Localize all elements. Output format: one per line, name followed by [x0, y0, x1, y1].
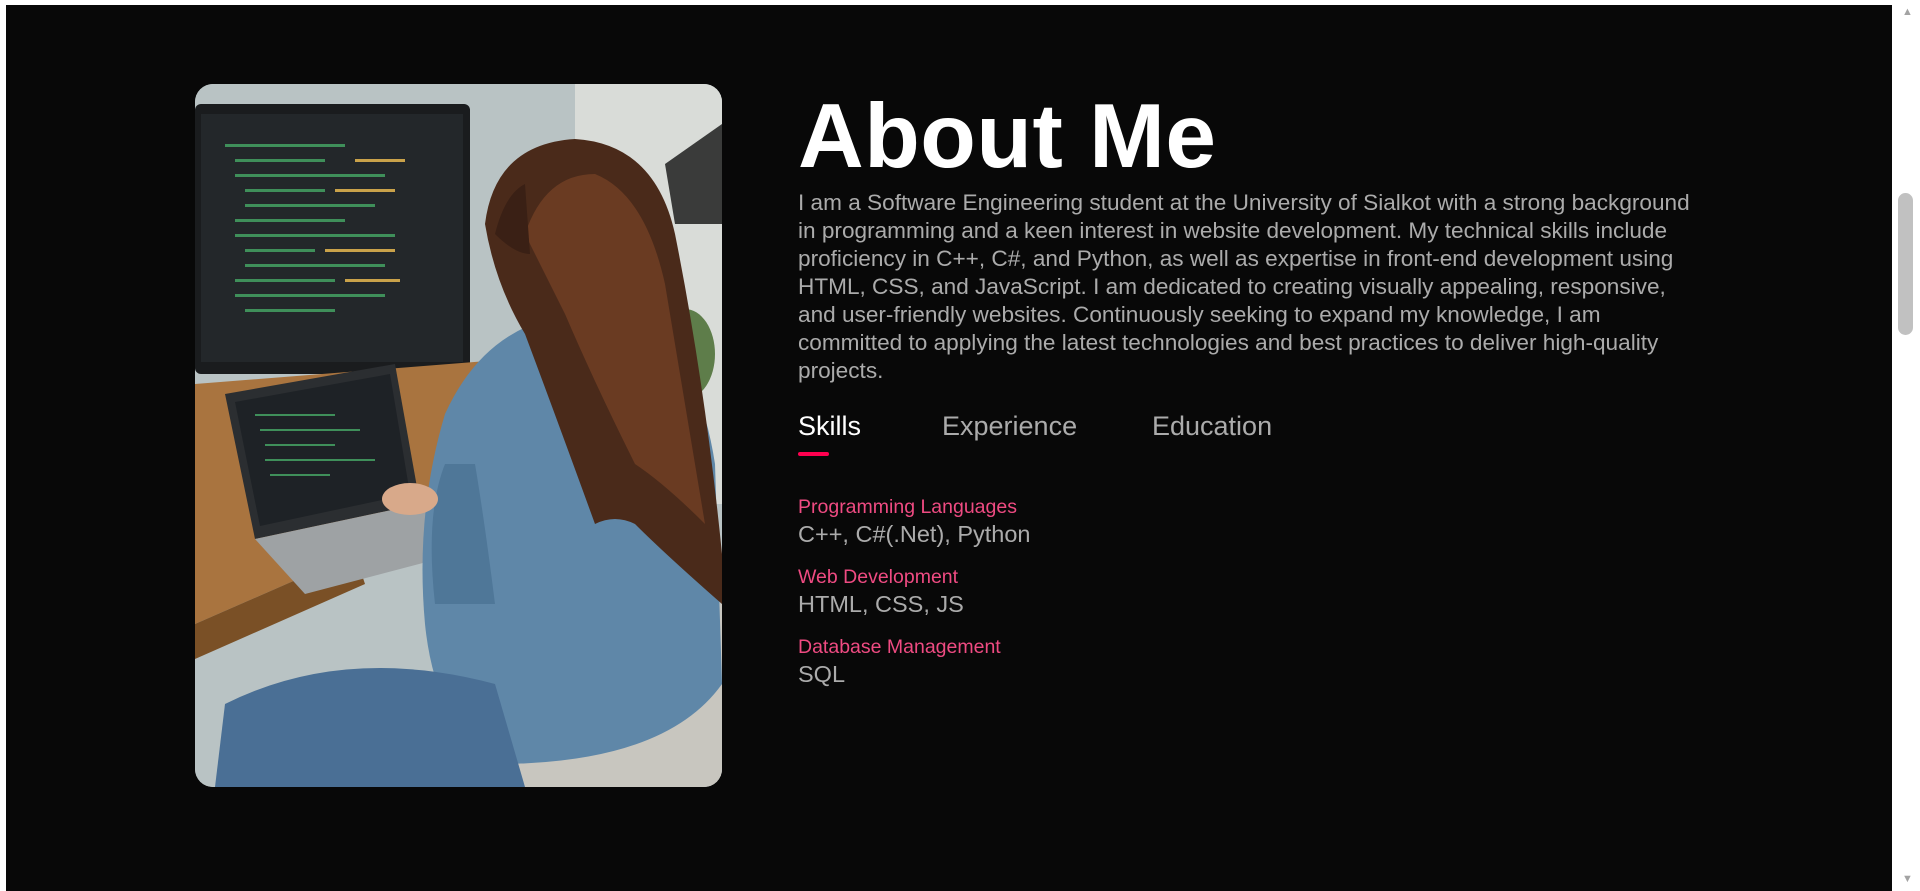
tab-skills[interactable]: Skills [798, 409, 861, 443]
skills-list: Programming Languages C++, C#(.Net), Pyt… [798, 495, 1718, 689]
tab-bar: Skills Experience Education [798, 409, 1718, 457]
triangle-down-icon[interactable]: ▼ [1895, 869, 1920, 889]
skill-value: SQL [798, 661, 846, 687]
page-title: About Me [798, 86, 1217, 187]
vertical-scrollbar[interactable]: ▲ ▼ [1895, 0, 1920, 891]
about-section: About Me I am a Software Engineering stu… [6, 5, 1892, 891]
intro-paragraph: I am a Software Engineering student at t… [798, 190, 1690, 383]
skill-value: C++, C#(.Net), Python [798, 521, 1031, 547]
scrollbar-thumb[interactable] [1898, 193, 1913, 335]
tab-experience[interactable]: Experience [942, 409, 1077, 443]
skill-value: HTML, CSS, JS [798, 591, 964, 617]
skill-category: Web Development [798, 566, 959, 588]
active-tab-indicator [798, 452, 829, 456]
list-item: Database Management SQL [798, 635, 1718, 689]
tab-education[interactable]: Education [1152, 409, 1272, 443]
list-item: Programming Languages C++, C#(.Net), Pyt… [798, 495, 1718, 549]
profile-photo [195, 84, 722, 787]
skill-category: Database Management [798, 636, 1001, 658]
about-content: About Me I am a Software Engineering stu… [798, 89, 1718, 705]
triangle-up-icon[interactable]: ▲ [1895, 2, 1920, 22]
skill-category: Programming Languages [798, 496, 1017, 518]
list-item: Web Development HTML, CSS, JS [798, 565, 1718, 619]
